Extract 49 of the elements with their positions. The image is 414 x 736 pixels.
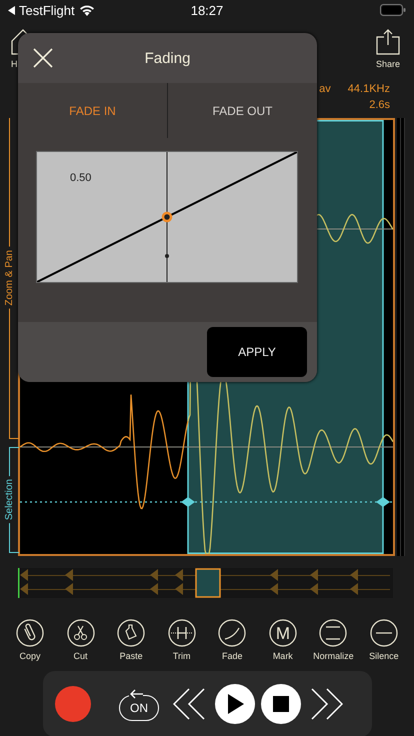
- battery-icon: [380, 4, 406, 16]
- stop-button[interactable]: [261, 684, 301, 724]
- curve-point: [165, 254, 169, 258]
- zoom-pan-label[interactable]: Zoom & Pan: [4, 247, 15, 309]
- wifi-icon: [78, 4, 95, 16]
- curve-icon: [218, 619, 246, 647]
- scissors-icon: [66, 619, 95, 647]
- share-icon[interactable]: [376, 29, 400, 55]
- playhead-marker: [18, 568, 20, 598]
- apply-button[interactable]: APPLY: [207, 327, 307, 377]
- rewind-icon[interactable]: [173, 688, 205, 720]
- fade-tab[interactable]: FADE OUT: [168, 83, 317, 138]
- close-icon[interactable]: [33, 48, 53, 68]
- trim-icon: [168, 619, 196, 647]
- curve-value: 0.50: [70, 172, 92, 184]
- tool-button[interactable]: Trim: [158, 619, 206, 661]
- tool-button[interactable]: Silence: [360, 619, 408, 661]
- paperclip-icon: [16, 619, 44, 647]
- selection-start-handle[interactable]: [181, 497, 195, 507]
- curve-handle[interactable]: [162, 212, 172, 222]
- file-format: av: [319, 82, 331, 94]
- tool-button[interactable]: Copy: [6, 619, 54, 661]
- minus-icon: [370, 619, 398, 647]
- fade-curve-graph[interactable]: 0.50: [37, 152, 297, 282]
- play-button[interactable]: [215, 684, 255, 724]
- play-icon: [226, 694, 244, 714]
- back-label[interactable]: TestFlight: [19, 2, 75, 18]
- lines-icon: [319, 619, 348, 647]
- fade-tab[interactable]: FADE IN: [18, 83, 168, 138]
- clock-time: 18:27: [190, 2, 224, 18]
- overview-viewport[interactable]: [195, 568, 221, 598]
- dialog-title: Fading: [144, 50, 190, 66]
- selection-end-handle[interactable]: [376, 497, 390, 507]
- selection-label[interactable]: Selection: [4, 476, 15, 524]
- record-button[interactable]: [55, 686, 91, 722]
- tool-button[interactable]: Normalize: [309, 619, 358, 661]
- stop-icon: [273, 696, 289, 712]
- tool-button[interactable]: Paste: [107, 619, 156, 661]
- bottle-icon: [117, 619, 146, 647]
- duration: 2.6s: [369, 98, 390, 110]
- marker-icon: M: [268, 619, 297, 647]
- sample-rate: 44.1KHz: [348, 82, 390, 94]
- back-icon[interactable]: [8, 6, 15, 14]
- tool-button[interactable]: Fade: [208, 619, 256, 661]
- tool-button[interactable]: Cut: [56, 619, 105, 661]
- share-label[interactable]: Share: [376, 59, 400, 69]
- fast-forward-icon[interactable]: [311, 688, 343, 720]
- home-label: H: [11, 59, 18, 69]
- tool-button[interactable]: M Mark: [258, 619, 307, 661]
